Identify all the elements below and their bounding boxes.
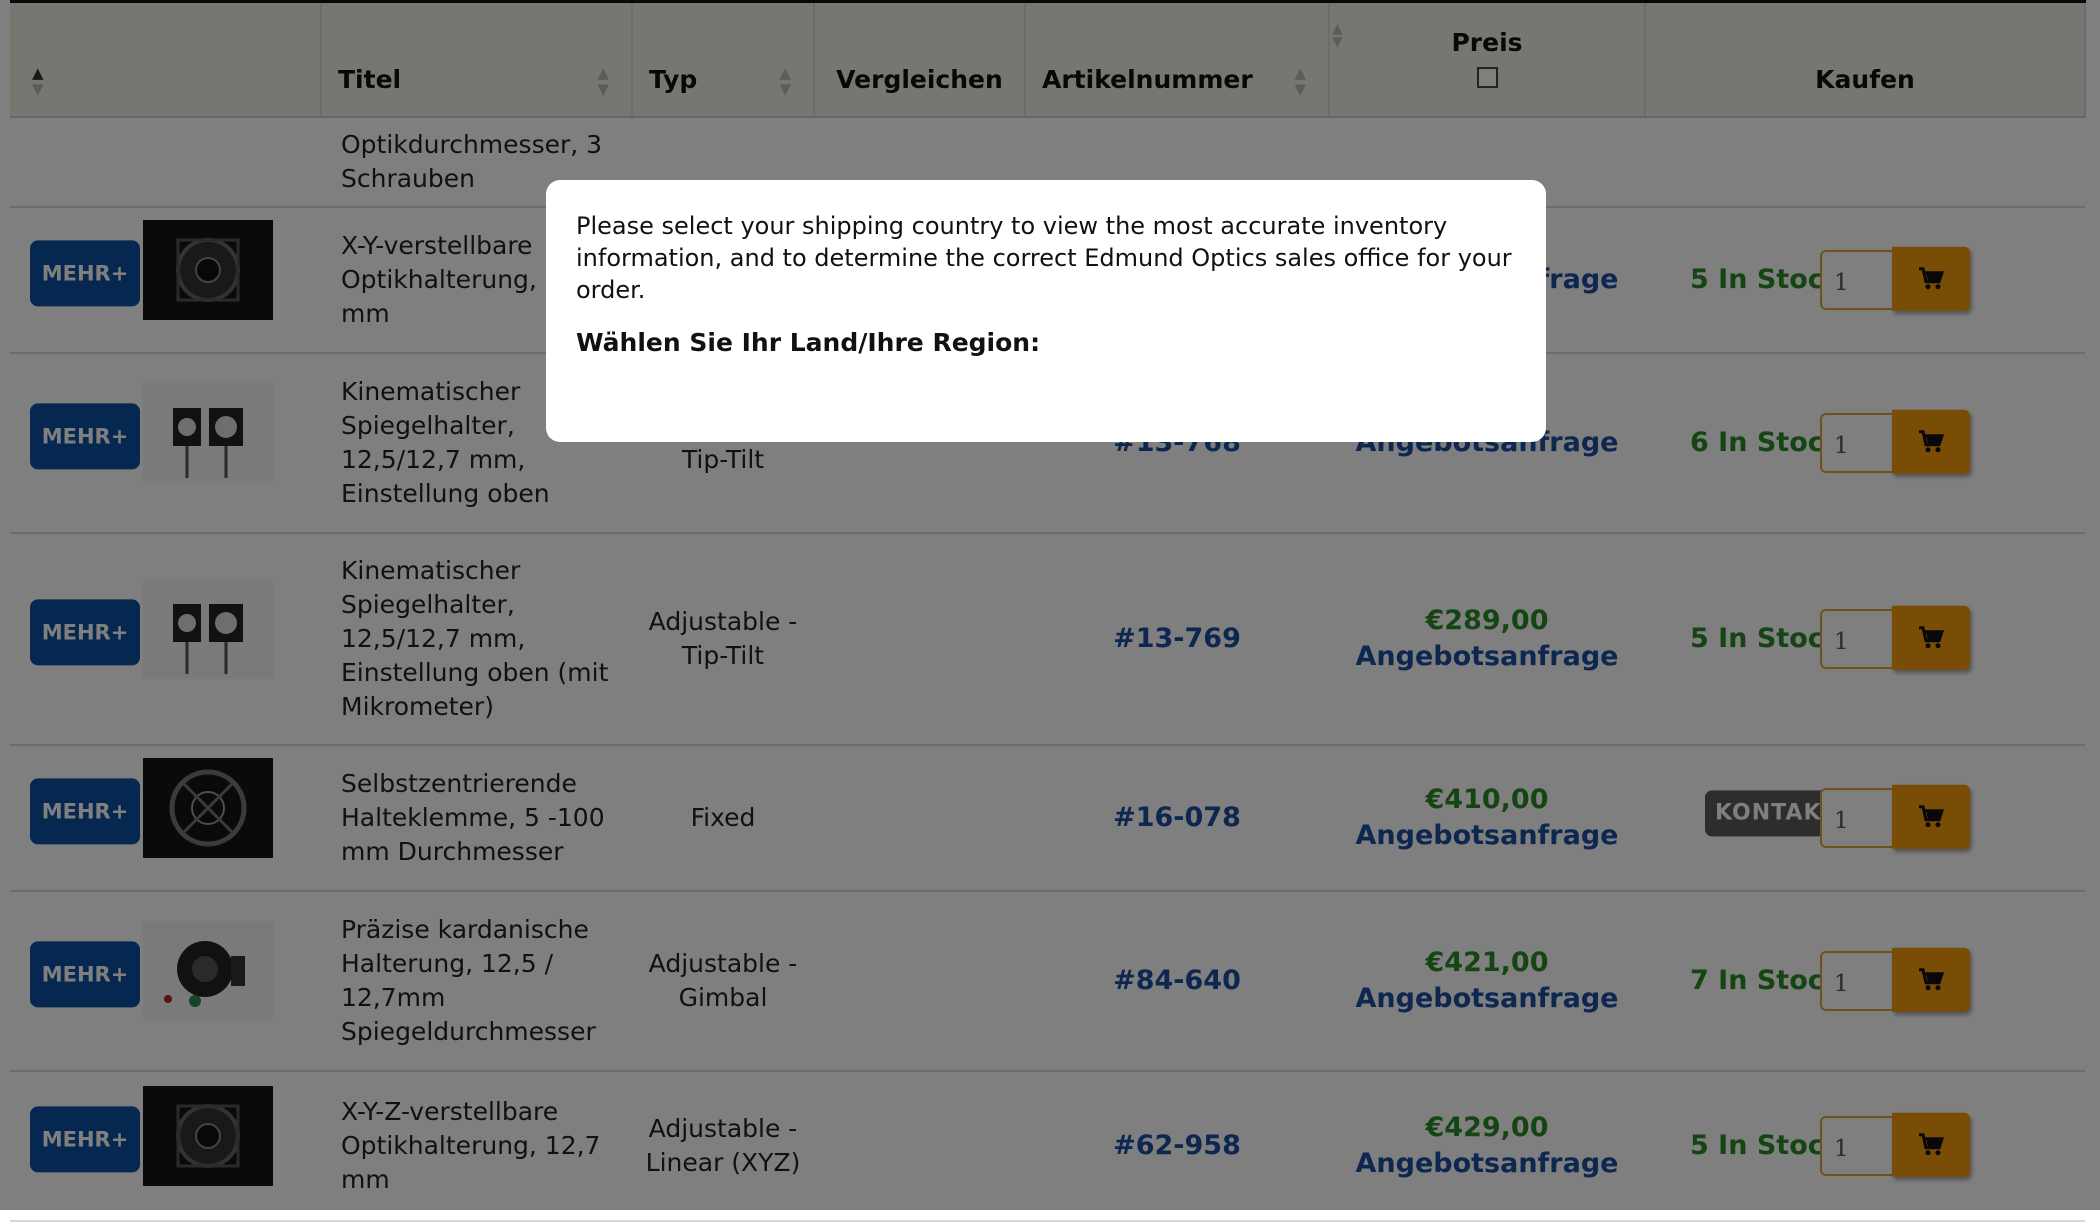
modal-message: Please select your shipping country to v… bbox=[576, 212, 1512, 304]
region-label: Wählen Sie Ihr Land/Ihre Region: bbox=[576, 328, 1041, 357]
shipping-country-modal: Please select your shipping country to v… bbox=[546, 180, 1546, 442]
